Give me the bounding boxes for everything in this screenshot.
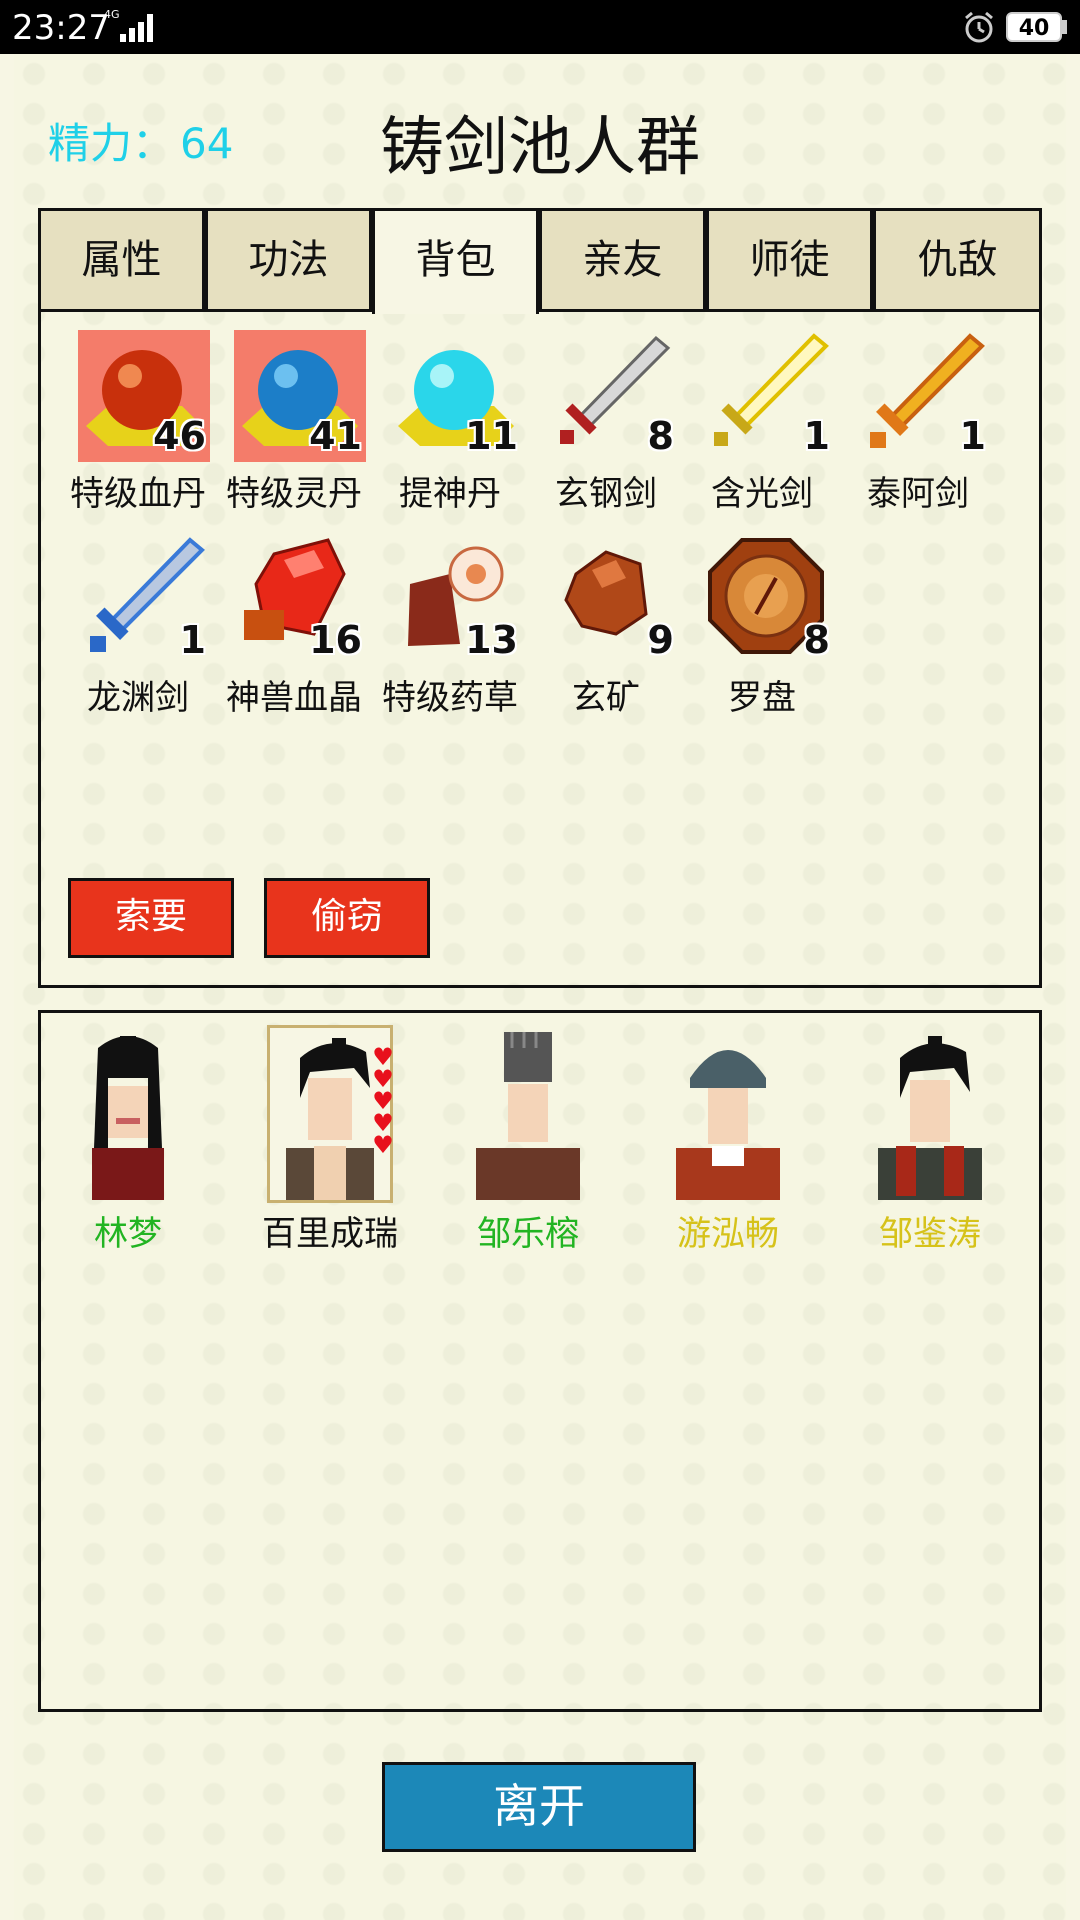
heart-icon: ♥ (372, 1087, 394, 1115)
item-name: 特级血丹 (70, 474, 206, 514)
item-name: 玄矿 (572, 678, 640, 718)
npc-portrait (92, 1036, 164, 1200)
inventory-item[interactable]: 46 特级血丹 (68, 320, 210, 520)
clock: 23:27 (12, 8, 110, 48)
item-name: 含光剑 (711, 474, 813, 514)
affection-hearts: ♥ ♥ ♥ ♥ ♥ (372, 1043, 398, 1159)
item-name: 罗盘 (728, 678, 796, 718)
inventory-item[interactable]: 8 玄钢剑 (536, 320, 676, 520)
status-bar: 23:27 4G 40 (0, 0, 1080, 54)
tab-inventory[interactable]: 背包 (372, 208, 539, 314)
item-count: 13 (465, 618, 518, 662)
npc-name: 邹鉴涛 (879, 1214, 981, 1254)
page-title: 铸剑池人群 (380, 111, 700, 185)
npc-card[interactable]: 邹鉴涛 (850, 1024, 1010, 1254)
inventory-item[interactable]: 13 特级药草 (380, 524, 520, 724)
inventory-item[interactable]: 41 特级灵丹 (224, 320, 366, 520)
inventory-item[interactable]: 11 提神丹 (380, 320, 520, 520)
heart-icon: ♥ (372, 1043, 394, 1071)
item-name: 神兽血晶 (226, 678, 362, 718)
tab-friends[interactable]: 亲友 (539, 208, 706, 312)
item-name: 玄钢剑 (555, 474, 657, 514)
alarm-icon (965, 11, 993, 43)
item-name: 特级药草 (382, 678, 518, 718)
heart-icon: ♥ (372, 1131, 394, 1159)
npc-card[interactable]: 游泓畅 (648, 1024, 808, 1254)
npc-name: 邹乐榕 (477, 1214, 579, 1254)
npc-name: 百里成瑞 (262, 1214, 398, 1254)
inventory-item[interactable]: 1 龙渊剑 (68, 524, 208, 724)
inventory-item[interactable]: 1 泰阿剑 (848, 320, 988, 520)
item-count: 1 (803, 414, 830, 458)
inventory-item[interactable]: 16 神兽血晶 (224, 524, 364, 724)
leave-button[interactable]: 离开 (382, 1762, 696, 1852)
item-count: 9 (647, 618, 674, 662)
tab-attributes[interactable]: 属性 (38, 208, 205, 312)
tab-bar: 属性 功法 背包 亲友 师徒 仇敌 (38, 208, 1042, 314)
item-count: 11 (465, 414, 518, 458)
item-count: 41 (309, 414, 362, 458)
tab-master-disciple[interactable]: 师徒 (706, 208, 873, 312)
inventory-item[interactable]: 9 玄矿 (536, 524, 676, 724)
tab-skills[interactable]: 功法 (205, 208, 372, 312)
item-name: 龙渊剑 (87, 678, 189, 718)
demand-button[interactable]: 索要 (68, 878, 234, 958)
steal-button[interactable]: 偷窃 (264, 878, 430, 958)
item-count: 46 (153, 414, 206, 458)
tab-enemies[interactable]: 仇敌 (873, 208, 1042, 312)
network-type: 4G (104, 8, 120, 21)
item-count: 8 (647, 414, 674, 458)
npc-card[interactable]: 林梦 (48, 1024, 208, 1254)
item-name: 特级灵丹 (226, 474, 362, 514)
battery-tip (1062, 20, 1067, 34)
item-count: 1 (959, 414, 986, 458)
inventory-item[interactable]: 8 罗盘 (692, 524, 832, 724)
npc-name: 林梦 (94, 1214, 162, 1254)
heart-icon: ♥ (372, 1065, 394, 1093)
npc-card[interactable]: 邹乐榕 (448, 1024, 608, 1254)
inventory-item[interactable]: 1 含光剑 (692, 320, 832, 520)
item-count: 8 (803, 618, 830, 662)
npc-portrait (476, 1032, 580, 1200)
item-count: 1 (179, 618, 206, 662)
npc-name: 游泓畅 (677, 1214, 779, 1254)
item-name: 泰阿剑 (867, 474, 969, 514)
item-count: 16 (309, 618, 362, 662)
heart-icon: ♥ (372, 1109, 394, 1137)
item-name: 提神丹 (399, 474, 501, 514)
npc-portrait (878, 1036, 982, 1200)
battery-icon: 40 (1006, 12, 1062, 42)
signal-icon (120, 12, 160, 42)
npc-card[interactable]: ♥ ♥ ♥ ♥ ♥ 百里成瑞 (250, 1024, 410, 1254)
npc-portrait (676, 1050, 780, 1200)
